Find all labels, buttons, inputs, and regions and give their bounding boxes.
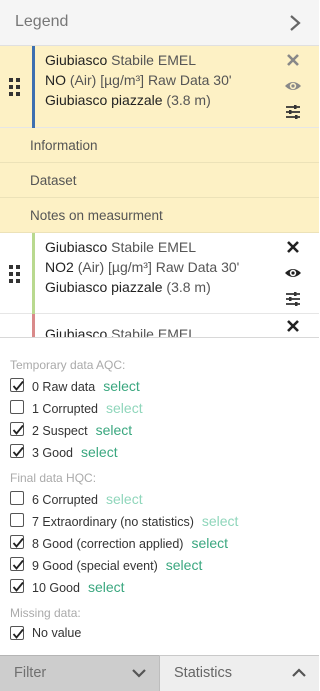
missing-data-title: Missing data: bbox=[10, 606, 81, 620]
select-link[interactable]: select bbox=[81, 444, 118, 460]
layer-color-bar bbox=[32, 314, 35, 337]
filter-label: 1 Corrupted bbox=[32, 402, 99, 416]
checkbox[interactable] bbox=[10, 535, 24, 549]
filter-label: 0 Raw data bbox=[32, 380, 96, 394]
legend-header[interactable]: Legend bbox=[0, 0, 319, 46]
select-link[interactable]: select bbox=[96, 422, 133, 438]
layer-station: Giubiasco Stabile EMEL bbox=[45, 326, 196, 338]
checkbox[interactable] bbox=[10, 513, 24, 527]
filter-label: 3 Good bbox=[32, 446, 74, 460]
final-data-title: Final data HQC: bbox=[10, 471, 97, 485]
select-link[interactable]: select bbox=[166, 557, 203, 573]
filter-label: 9 Good (special event) bbox=[32, 559, 158, 573]
drag-handle-icon[interactable] bbox=[9, 78, 21, 96]
select-link[interactable]: select bbox=[191, 535, 228, 551]
select-link[interactable]: select bbox=[88, 579, 125, 595]
select-link[interactable]: select bbox=[202, 513, 239, 529]
layer-station: Giubiasco Stabile EMEL bbox=[45, 239, 196, 255]
tab-statistics[interactable]: Statistics bbox=[159, 655, 319, 691]
checkbox[interactable] bbox=[10, 422, 24, 436]
layer-item[interactable]: Giubiasco Stabile EMEL bbox=[0, 314, 319, 338]
sliders-icon[interactable] bbox=[284, 290, 302, 308]
legend-title: Legend bbox=[15, 13, 69, 30]
filter-label: 6 Corrupted bbox=[32, 493, 99, 507]
filter-label: 8 Good (correction applied) bbox=[32, 537, 184, 551]
checkbox[interactable] bbox=[10, 491, 24, 505]
layer-station: Giubiasco Stabile EMEL bbox=[45, 52, 196, 68]
layer-parameter: NO (Air) [µg/m³] Raw Data 30' bbox=[45, 72, 232, 88]
checkbox[interactable] bbox=[10, 444, 24, 458]
eye-icon[interactable] bbox=[284, 264, 302, 282]
filter-label: No value bbox=[32, 626, 82, 640]
layer-dataset-row[interactable]: Dataset bbox=[0, 163, 319, 198]
layer-color-bar bbox=[32, 233, 35, 314]
layer-info-row[interactable]: Information bbox=[0, 128, 319, 163]
layer-item[interactable]: Giubiasco Stabile EMEL NO (Air) [µg/m³] … bbox=[0, 46, 319, 128]
drag-handle-icon[interactable] bbox=[9, 265, 21, 283]
layer-parameter: NO2 (Air) [µg/m³] Raw Data 30' bbox=[45, 259, 240, 275]
layer-notes-row[interactable]: Notes on measurment bbox=[0, 198, 319, 233]
chevron-up-icon bbox=[292, 668, 306, 677]
checkbox[interactable] bbox=[10, 378, 24, 392]
close-icon[interactable] bbox=[284, 238, 302, 256]
select-link[interactable]: select bbox=[106, 400, 143, 416]
checkbox[interactable] bbox=[10, 557, 24, 571]
temporary-data-title: Temporary data AQC: bbox=[10, 358, 126, 372]
checkbox[interactable] bbox=[10, 626, 24, 640]
tab-statistics-label: Statistics bbox=[174, 665, 233, 681]
checkbox[interactable] bbox=[10, 579, 24, 593]
layer-site: Giubiasco piazzale (3.8 m) bbox=[45, 279, 211, 295]
tab-filter[interactable]: Filter bbox=[0, 655, 159, 691]
sliders-icon[interactable] bbox=[284, 103, 302, 121]
bottom-tab-bar: Filter Statistics bbox=[0, 655, 319, 691]
filter-label: 7 Extraordinary (no statistics) bbox=[32, 515, 194, 529]
filter-label: 10 Good bbox=[32, 581, 80, 595]
layer-site: Giubiasco piazzale (3.8 m) bbox=[45, 92, 211, 108]
chevron-down-icon bbox=[132, 669, 146, 678]
select-link[interactable]: select bbox=[103, 378, 140, 394]
close-icon[interactable] bbox=[284, 51, 302, 69]
eye-icon[interactable] bbox=[284, 77, 302, 95]
tab-filter-label: Filter bbox=[14, 665, 47, 681]
select-link[interactable]: select bbox=[106, 491, 143, 507]
close-icon[interactable] bbox=[284, 317, 302, 335]
layer-color-bar bbox=[32, 46, 35, 128]
checkbox[interactable] bbox=[10, 400, 24, 414]
layer-item[interactable]: Giubiasco Stabile EMEL NO2 (Air) [µg/m³]… bbox=[0, 233, 319, 314]
chevron-right-icon[interactable] bbox=[289, 14, 301, 32]
filter-label: 2 Suspect bbox=[32, 424, 88, 438]
layer-list[interactable]: Giubiasco Stabile EMEL NO (Air) [µg/m³] … bbox=[0, 46, 319, 338]
